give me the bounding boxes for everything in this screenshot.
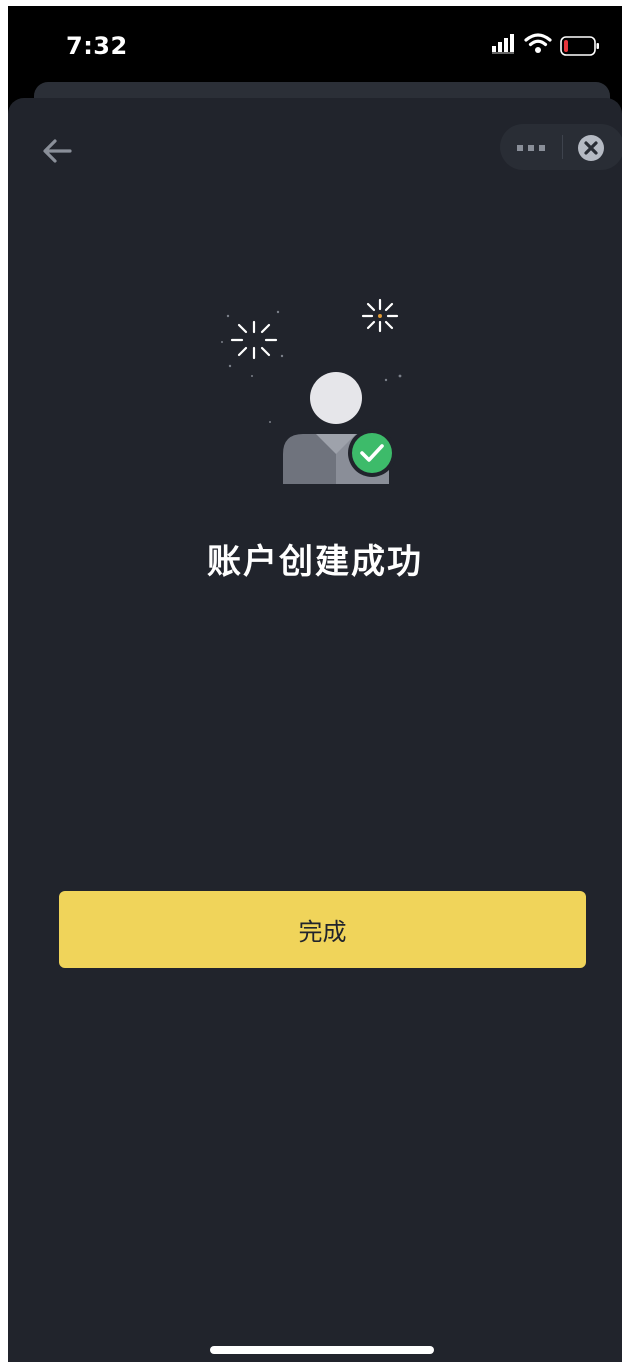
mini-program-sheet: 账户创建成功 完成 xyxy=(8,98,622,1362)
status-time: 7:32 xyxy=(66,32,128,60)
status-bar: 7:32 xyxy=(8,6,622,86)
more-button[interactable] xyxy=(500,124,562,170)
battery-icon xyxy=(560,36,599,56)
sparkle-icon xyxy=(230,320,278,360)
check-circle-icon xyxy=(352,433,392,473)
close-icon xyxy=(578,135,604,161)
mini-program-capsule xyxy=(500,124,622,170)
home-indicator[interactable] xyxy=(210,1346,434,1354)
wifi-icon xyxy=(524,33,552,53)
user-verified-icon xyxy=(221,298,402,484)
phone-screen: 7:32 账户创建成功 完成 xyxy=(8,6,622,1362)
done-button[interactable]: 完成 xyxy=(59,891,586,968)
back-button[interactable] xyxy=(40,136,76,166)
signal-icon xyxy=(492,34,514,54)
close-button[interactable] xyxy=(563,124,622,170)
success-title: 账户创建成功 xyxy=(207,542,423,582)
arrow-left-icon xyxy=(43,139,72,163)
